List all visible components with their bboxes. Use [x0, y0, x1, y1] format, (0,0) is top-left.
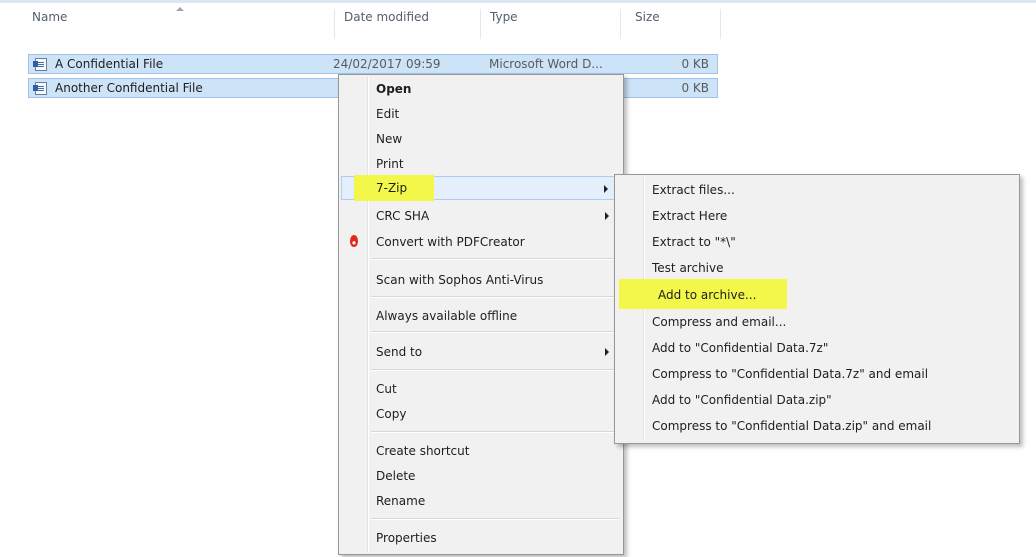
menu-item-send-to[interactable]: Send to — [341, 340, 621, 364]
column-header-name[interactable]: Name — [22, 3, 322, 39]
menu-item-copy[interactable]: Copy — [341, 402, 621, 426]
menu-separator — [371, 296, 619, 298]
menu-item-crc-sha[interactable]: CRC SHA — [341, 204, 621, 228]
pdfcreator-icon — [350, 235, 358, 247]
submenu-item-test-archive[interactable]: Test archive — [617, 256, 1017, 280]
file-type: Microsoft Word D... — [489, 57, 603, 71]
file-name: A Confidential File — [55, 57, 164, 71]
menu-item-convert-pdf[interactable]: Convert with PDFCreator — [341, 230, 621, 254]
menu-item-crc-sha-label: CRC SHA — [376, 209, 430, 223]
submenu-item-add-7z[interactable]: Add to "Confidential Data.7z" — [617, 336, 1017, 360]
file-size: 0 KB — [681, 81, 709, 95]
menu-item-offline[interactable]: Always available offline — [341, 304, 621, 328]
word-doc-icon — [33, 82, 47, 95]
menu-item-7zip-label: 7-Zip — [376, 181, 408, 195]
menu-item-send-to-label: Send to — [376, 345, 423, 359]
menu-item-create-shortcut[interactable]: Create shortcut — [341, 439, 621, 463]
sort-arrow-icon — [176, 7, 184, 11]
file-size: 0 KB — [681, 57, 709, 71]
column-header-date[interactable]: Date modified — [334, 3, 480, 39]
column-divider[interactable] — [620, 9, 621, 39]
column-header-size[interactable]: Size — [625, 3, 720, 39]
submenu-item-compress-7z-email[interactable]: Compress to "Confidential Data.7z" and e… — [617, 362, 1017, 386]
menu-item-new[interactable]: New — [341, 127, 621, 151]
submenu-item-add-to-archive[interactable]: Add to archive... — [617, 279, 1017, 309]
menu-separator — [371, 518, 619, 520]
7zip-submenu: Extract files... Extract Here Extract to… — [614, 174, 1020, 444]
file-name: Another Confidential File — [55, 81, 203, 95]
submenu-item-add-to-archive-label: Add to archive... — [658, 288, 757, 302]
submenu-item-extract-files[interactable]: Extract files... — [617, 178, 1017, 202]
column-header-row: Name Date modified Type Size — [0, 3, 1036, 41]
menu-item-print[interactable]: Print — [341, 152, 621, 176]
menu-separator — [371, 331, 619, 333]
menu-item-open[interactable]: Open — [341, 77, 621, 101]
file-row[interactable]: A Confidential File 24/02/2017 09:59 Mic… — [28, 54, 718, 74]
column-divider[interactable] — [720, 9, 721, 39]
menu-item-convert-pdf-label: Convert with PDFCreator — [376, 235, 525, 249]
submenu-arrow-icon — [604, 185, 608, 193]
menu-item-cut[interactable]: Cut — [341, 377, 621, 401]
menu-item-scan-sophos[interactable]: Scan with Sophos Anti-Virus — [341, 268, 621, 292]
menu-item-delete[interactable]: Delete — [341, 464, 621, 488]
menu-item-edit[interactable]: Edit — [341, 102, 621, 126]
submenu-item-compress-email[interactable]: Compress and email... — [617, 310, 1017, 334]
submenu-item-extract-to[interactable]: Extract to "*\" — [617, 230, 1017, 254]
submenu-arrow-icon — [605, 212, 609, 220]
word-doc-icon — [33, 58, 47, 71]
menu-separator — [371, 258, 619, 260]
submenu-item-compress-zip-email[interactable]: Compress to "Confidential Data.zip" and … — [617, 414, 1017, 438]
column-header-type[interactable]: Type — [480, 3, 620, 39]
menu-item-properties[interactable]: Properties — [341, 526, 621, 550]
file-date: 24/02/2017 09:59 — [333, 57, 441, 71]
menu-item-7zip[interactable]: 7-Zip — [341, 175, 621, 201]
submenu-item-add-zip[interactable]: Add to "Confidential Data.zip" — [617, 388, 1017, 412]
menu-separator — [371, 431, 619, 433]
menu-separator — [371, 369, 619, 371]
context-menu: Open Edit New Print 7-Zip CRC SHA Conver… — [338, 74, 624, 555]
submenu-item-extract-here[interactable]: Extract Here — [617, 204, 1017, 228]
submenu-arrow-icon — [605, 348, 609, 356]
menu-item-rename[interactable]: Rename — [341, 489, 621, 513]
